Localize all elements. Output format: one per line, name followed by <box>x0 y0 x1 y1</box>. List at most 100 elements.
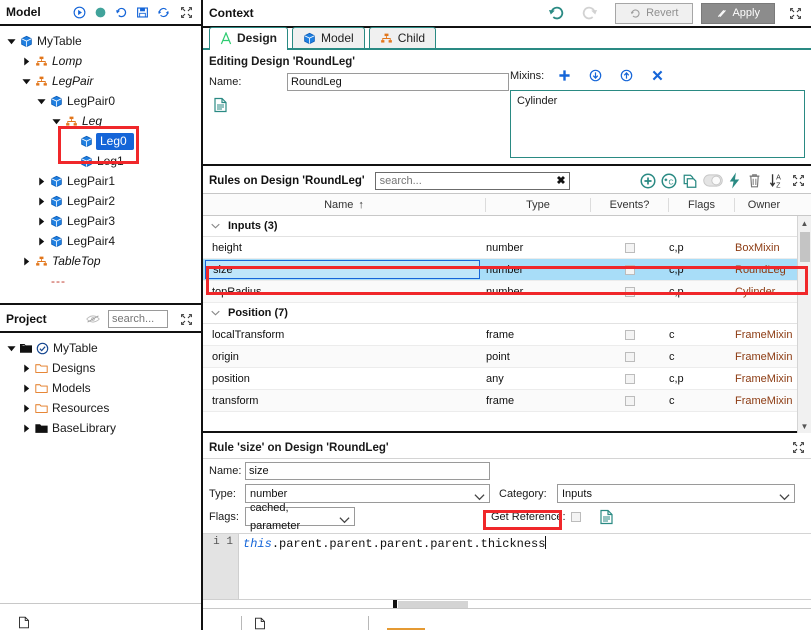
twisty-expanded-icon[interactable] <box>4 37 18 46</box>
get-reference-checkbox[interactable] <box>570 511 581 522</box>
column-header-type[interactable]: Type <box>486 197 591 212</box>
model-tree-item-legpair0[interactable]: LegPair0 <box>0 91 201 111</box>
horizontal-scrollbar-thumb[interactable] <box>398 601 468 608</box>
eye-off-icon[interactable] <box>86 313 100 325</box>
column-header-name[interactable]: Name ↑ <box>203 197 486 212</box>
delete-icon[interactable] <box>747 173 762 189</box>
redo-icon[interactable] <box>581 4 599 22</box>
twisty-collapsed-icon[interactable] <box>19 403 33 413</box>
events-checkbox[interactable] <box>625 351 635 362</box>
twisty-collapsed-icon[interactable] <box>19 423 33 433</box>
model-tree-item-legpair2[interactable]: LegPair2 <box>0 191 201 211</box>
history-icon[interactable] <box>115 6 128 19</box>
model-tree-item-legpair3[interactable]: LegPair3 <box>0 211 201 231</box>
rules-table[interactable]: Inputs (3) height number c,p BoxMixin size num… <box>203 216 811 433</box>
events-checkbox[interactable] <box>625 395 635 406</box>
mixins-list-item[interactable]: Cylinder <box>517 95 798 107</box>
project-tree-item-resources[interactable]: Resources <box>0 398 201 418</box>
save-icon[interactable] <box>136 6 149 19</box>
rules-vertical-scrollbar[interactable]: ▲ ▼ <box>797 216 811 433</box>
rules-group-position[interactable]: Position (7) <box>203 303 811 324</box>
tab-model[interactable]: Model <box>292 27 365 48</box>
events-checkbox[interactable] <box>625 286 635 297</box>
events-checkbox[interactable] <box>625 373 635 384</box>
rule-name-inline-editor[interactable]: size <box>205 260 480 279</box>
expand-icon[interactable] <box>789 7 802 20</box>
tab-child[interactable]: Child <box>368 27 437 48</box>
search-clear-icon[interactable]: ✖ <box>556 174 565 187</box>
table-row[interactable]: position any c,p FrameMixin <box>203 368 811 390</box>
mixins-list[interactable]: Cylinder <box>510 90 805 158</box>
rule-name-input[interactable] <box>245 462 490 480</box>
twisty-collapsed-icon[interactable] <box>19 383 33 393</box>
table-row[interactable]: localTransform frame c FrameMixin <box>203 324 811 346</box>
rule-code-editor[interactable]: i 1 this.parent.parent.parent.parent.thi… <box>203 533 811 609</box>
twisty-collapsed-icon[interactable] <box>19 256 33 266</box>
column-header-events[interactable]: Events? <box>591 197 669 212</box>
undo-icon[interactable] <box>547 4 565 22</box>
events-checkbox[interactable] <box>625 264 635 275</box>
add-rule-icon[interactable] <box>640 172 656 189</box>
model-tree[interactable]: MyTable Lomp LegPair LegPair0 Leg Leg0 Leg1 Leg… <box>0 26 201 305</box>
chevron-down-icon[interactable] <box>211 220 220 232</box>
expand-icon[interactable] <box>792 174 805 187</box>
project-tree-item-baselibrary[interactable]: BaseLibrary <box>0 418 201 438</box>
twisty-collapsed-icon[interactable] <box>34 236 48 246</box>
twisty-collapsed-icon[interactable] <box>19 363 33 373</box>
rules-group-inputs[interactable]: Inputs (3) <box>203 216 811 237</box>
add-computed-rule-icon[interactable]: C <box>661 172 677 189</box>
refresh-icon[interactable] <box>157 6 170 19</box>
scrollbar-thumb[interactable] <box>800 232 810 262</box>
horizontal-scrollbar[interactable] <box>203 599 811 609</box>
sort-az-icon[interactable]: AZ <box>769 172 785 189</box>
project-tree[interactable]: MyTable Designs Models Resources BaseLibrary <box>0 333 201 604</box>
project-tree-item-designs[interactable]: Designs <box>0 358 201 378</box>
events-checkbox[interactable] <box>625 329 635 340</box>
table-row[interactable]: transform frame c FrameMixin <box>203 390 811 412</box>
twisty-expanded-icon[interactable] <box>49 117 63 126</box>
twisty-expanded-icon[interactable] <box>19 77 33 86</box>
model-tree-item-tabletop[interactable]: TableTop <box>0 251 201 271</box>
table-row[interactable]: size number c,p RoundLeg <box>203 259 811 281</box>
model-tree-item-leg0[interactable]: Leg0 <box>0 131 201 151</box>
context-tabs[interactable]: Design Model Child <box>203 27 811 50</box>
table-row[interactable]: topRadius number c,p Cylinder <box>203 281 811 303</box>
project-tree-item-mytable[interactable]: MyTable <box>0 338 201 358</box>
mixins-remove-icon[interactable] <box>651 69 664 82</box>
expand-icon[interactable] <box>180 6 193 19</box>
rule-category-select[interactable]: Inputs <box>557 484 795 503</box>
apply-button[interactable]: Apply <box>701 2 775 24</box>
play-icon[interactable] <box>73 6 86 19</box>
flash-icon[interactable] <box>728 172 741 189</box>
expand-icon[interactable] <box>180 313 193 326</box>
model-tree-item-lomp[interactable]: Lomp <box>0 51 201 71</box>
document-icon[interactable] <box>213 97 228 113</box>
column-header-flags[interactable]: Flags <box>669 197 735 212</box>
model-tree-item-leg1[interactable]: Leg1 <box>0 151 201 171</box>
twisty-collapsed-icon[interactable] <box>34 216 48 226</box>
record-icon[interactable] <box>94 6 107 19</box>
model-tree-item-mytable[interactable]: MyTable <box>0 31 201 51</box>
scroll-up-arrow-icon[interactable]: ▲ <box>798 216 811 230</box>
project-tree-item-models[interactable]: Models <box>0 378 201 398</box>
duplicate-icon[interactable] <box>682 173 698 189</box>
twisty-collapsed-icon[interactable] <box>34 196 48 206</box>
tab-design[interactable]: Design <box>209 27 289 50</box>
twisty-expanded-icon[interactable] <box>4 344 18 353</box>
model-tree-item-leg[interactable]: Leg <box>0 111 201 131</box>
twisty-expanded-icon[interactable] <box>34 97 48 106</box>
model-tree-item-legpair4[interactable]: LegPair4 <box>0 231 201 251</box>
table-row[interactable]: origin point c FrameMixin <box>203 346 811 368</box>
scroll-down-arrow-icon[interactable]: ▼ <box>798 419 811 433</box>
column-header-owner[interactable]: Owner <box>735 198 793 212</box>
toggle-icon[interactable] <box>703 174 723 187</box>
project-search-input[interactable] <box>108 310 168 328</box>
table-row[interactable]: height number c,p BoxMixin <box>203 237 811 259</box>
mixins-add-icon[interactable] <box>558 69 571 82</box>
mixins-move-up-icon[interactable] <box>620 69 633 82</box>
events-checkbox[interactable] <box>625 242 635 253</box>
rule-flags-select[interactable]: cached, parameter <box>245 502 355 532</box>
document-icon[interactable] <box>599 509 614 525</box>
twisty-collapsed-icon[interactable] <box>19 56 33 66</box>
rules-search-input[interactable] <box>374 171 570 190</box>
